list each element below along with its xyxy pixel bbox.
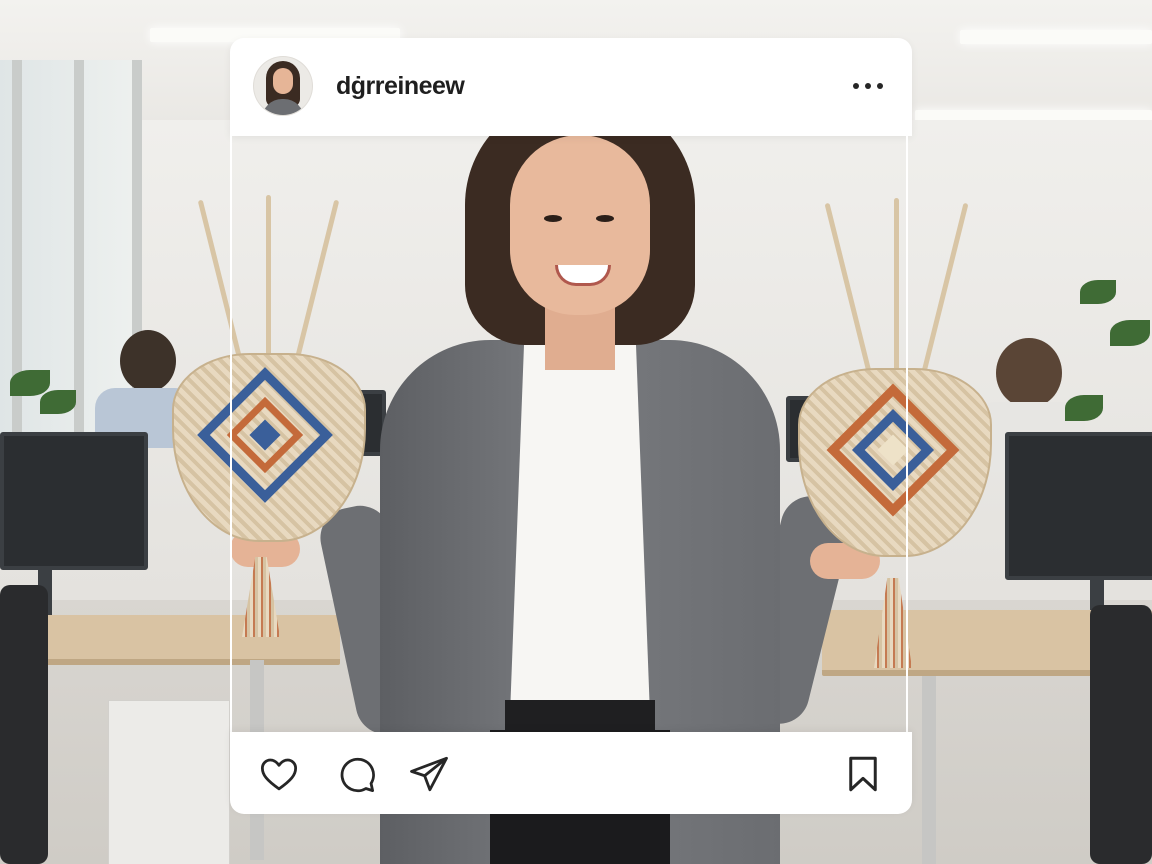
monitor [1005, 432, 1152, 580]
comment-icon[interactable] [335, 753, 377, 795]
send-icon[interactable] [408, 753, 450, 795]
bag-rope [920, 202, 969, 379]
more-horizontal-icon[interactable] [850, 70, 890, 100]
post-media[interactable] [230, 136, 908, 732]
plant [10, 370, 50, 396]
profile-avatar[interactable] [254, 57, 312, 115]
post-card: dġrreineew [230, 38, 912, 814]
heart-icon[interactable] [258, 753, 300, 795]
username[interactable]: dġrreineew [336, 72, 465, 101]
background-person [120, 330, 176, 392]
background-person [996, 338, 1062, 408]
monitor [0, 432, 148, 570]
plant [40, 390, 76, 414]
cabinet [108, 700, 230, 864]
ceiling-light [960, 30, 1152, 44]
chair [1090, 605, 1152, 864]
post-header: dġrreineew [230, 38, 912, 136]
bookmark-icon[interactable] [842, 753, 884, 795]
desk-leg [922, 676, 936, 864]
plant [1065, 395, 1103, 421]
chair [0, 585, 48, 864]
plant [1080, 280, 1116, 304]
plant [1110, 320, 1150, 346]
post-actions-bar [230, 732, 912, 814]
